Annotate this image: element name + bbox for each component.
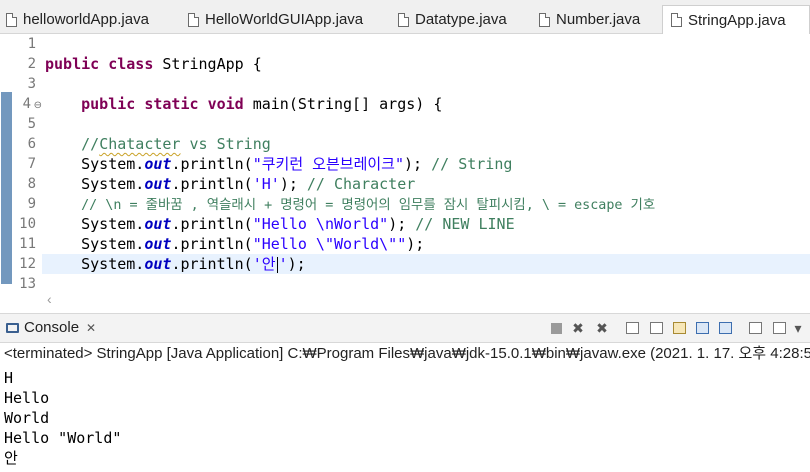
java-file-icon: [671, 13, 682, 27]
display-console-button[interactable]: [771, 320, 787, 336]
horizontal-scrollbar[interactable]: ‹: [45, 289, 810, 311]
remove-launch-button[interactable]: ✖: [570, 320, 586, 336]
view-menu-button[interactable]: ▾: [790, 320, 806, 336]
spelling-warning: Chatacter: [99, 135, 181, 153]
line-number: 1: [27, 36, 36, 52]
tab-label: helloworldApp.java: [23, 11, 149, 28]
code-line: System.out.println('H'); // Character: [81, 175, 416, 193]
console-title: Console: [24, 319, 80, 336]
output-line: Hello "World": [4, 429, 122, 447]
word-wrap-icon: [672, 322, 686, 334]
scroll-lock-icon: [649, 322, 663, 334]
tab-helloworldguiapp[interactable]: HelloWorldGUIApp.java: [188, 6, 363, 33]
code-line: //Chatacter vs String: [81, 135, 271, 153]
line-number: 8: [27, 176, 36, 192]
line-number: 6: [27, 136, 36, 152]
tab-label: HelloWorldGUIApp.java: [205, 11, 364, 28]
show-on-error-button[interactable]: [717, 320, 733, 336]
console-tab[interactable]: Console ✕: [6, 319, 96, 336]
line-number: 2: [27, 56, 36, 72]
code-line: System.out.println("Hello \"World\"");: [81, 235, 425, 253]
remove-all-icon: ✖: [596, 319, 608, 336]
stop-icon: [550, 322, 562, 334]
show-console-error-icon: [718, 322, 732, 334]
line-number: 7: [27, 156, 36, 172]
line-number: 4: [22, 96, 31, 112]
show-console-output-icon: [695, 322, 709, 334]
display-console-icon: [772, 322, 786, 334]
remove-all-terminated-button[interactable]: ✖: [594, 320, 610, 336]
code-editor[interactable]: 1 2 3 4 ⊖ 5 6 7 8 9 10 11 12 13 public c…: [0, 34, 810, 288]
code-line: // \n = 줄바꿈 , 역슬래시 + 명령어 = 명령어의 임무를 잠시 탈…: [81, 198, 656, 213]
line-number: 3: [27, 76, 36, 92]
tab-label: Number.java: [556, 11, 641, 28]
code-line: System.out.println("쿠키런 오븐브레이크"); // Str…: [81, 155, 513, 173]
text-cursor: [276, 256, 278, 273]
line-number: 9: [27, 196, 36, 212]
scroll-left-icon[interactable]: ‹: [47, 291, 52, 307]
overview-margin: [0, 34, 13, 288]
line-number: 11: [19, 236, 36, 252]
code-line: public static void main(String[] args) {: [81, 95, 443, 113]
console-output[interactable]: <terminated> StringApp [Java Application…: [0, 343, 810, 472]
console-icon: [6, 322, 19, 333]
output-line: World: [4, 409, 50, 427]
close-icon[interactable]: ✕: [86, 321, 96, 335]
line-number: 10: [19, 216, 36, 232]
scroll-lock-button[interactable]: [648, 320, 664, 336]
output-line: 안: [4, 449, 18, 467]
remove-icon: ✖: [572, 319, 584, 336]
line-number: 5: [27, 116, 36, 132]
java-file-icon: [188, 12, 199, 27]
clear-console-button[interactable]: [624, 320, 640, 336]
show-on-output-button[interactable]: [694, 320, 710, 336]
code-line: System.out.println("Hello \nWorld"); // …: [81, 215, 515, 233]
tab-number[interactable]: Number.java: [539, 6, 640, 33]
tab-helloworldapp[interactable]: helloworldApp.java: [6, 6, 149, 33]
fold-toggle-icon[interactable]: ⊖: [32, 94, 42, 116]
line-number: 13: [19, 276, 36, 288]
tab-stringapp[interactable]: StringApp.java: [662, 5, 810, 34]
console-view-toolbar: Console ✕ ✖ ✖ ▾: [0, 313, 810, 343]
java-file-icon: [398, 12, 409, 27]
java-file-icon: [539, 12, 550, 27]
tab-label: Datatype.java: [415, 11, 507, 28]
chevron-down-icon: ▾: [794, 319, 802, 336]
line-number-gutter: 1 2 3 4 ⊖ 5 6 7 8 9 10 11 12 13: [13, 34, 42, 288]
launch-status: <terminated> StringApp [Java Application…: [4, 345, 810, 362]
output-line: H: [4, 369, 14, 387]
code-line: public class StringApp {: [45, 55, 262, 73]
pin-icon: [748, 322, 762, 334]
clear-console-icon: [625, 322, 639, 334]
occurrence-marker: [1, 92, 12, 284]
editor-tab-bar: helloworldApp.java HelloWorldGUIApp.java…: [0, 0, 810, 34]
tab-datatype[interactable]: Datatype.java: [398, 6, 507, 33]
java-file-icon: [6, 12, 17, 27]
line-number: 12: [19, 256, 36, 272]
word-wrap-button[interactable]: [671, 320, 687, 336]
current-code-line: System.out.println('안 ');: [42, 254, 810, 274]
tab-label: StringApp.java: [688, 11, 786, 29]
pin-console-button[interactable]: [747, 320, 763, 336]
terminate-button[interactable]: [548, 320, 564, 336]
output-line: Hello: [4, 389, 50, 407]
